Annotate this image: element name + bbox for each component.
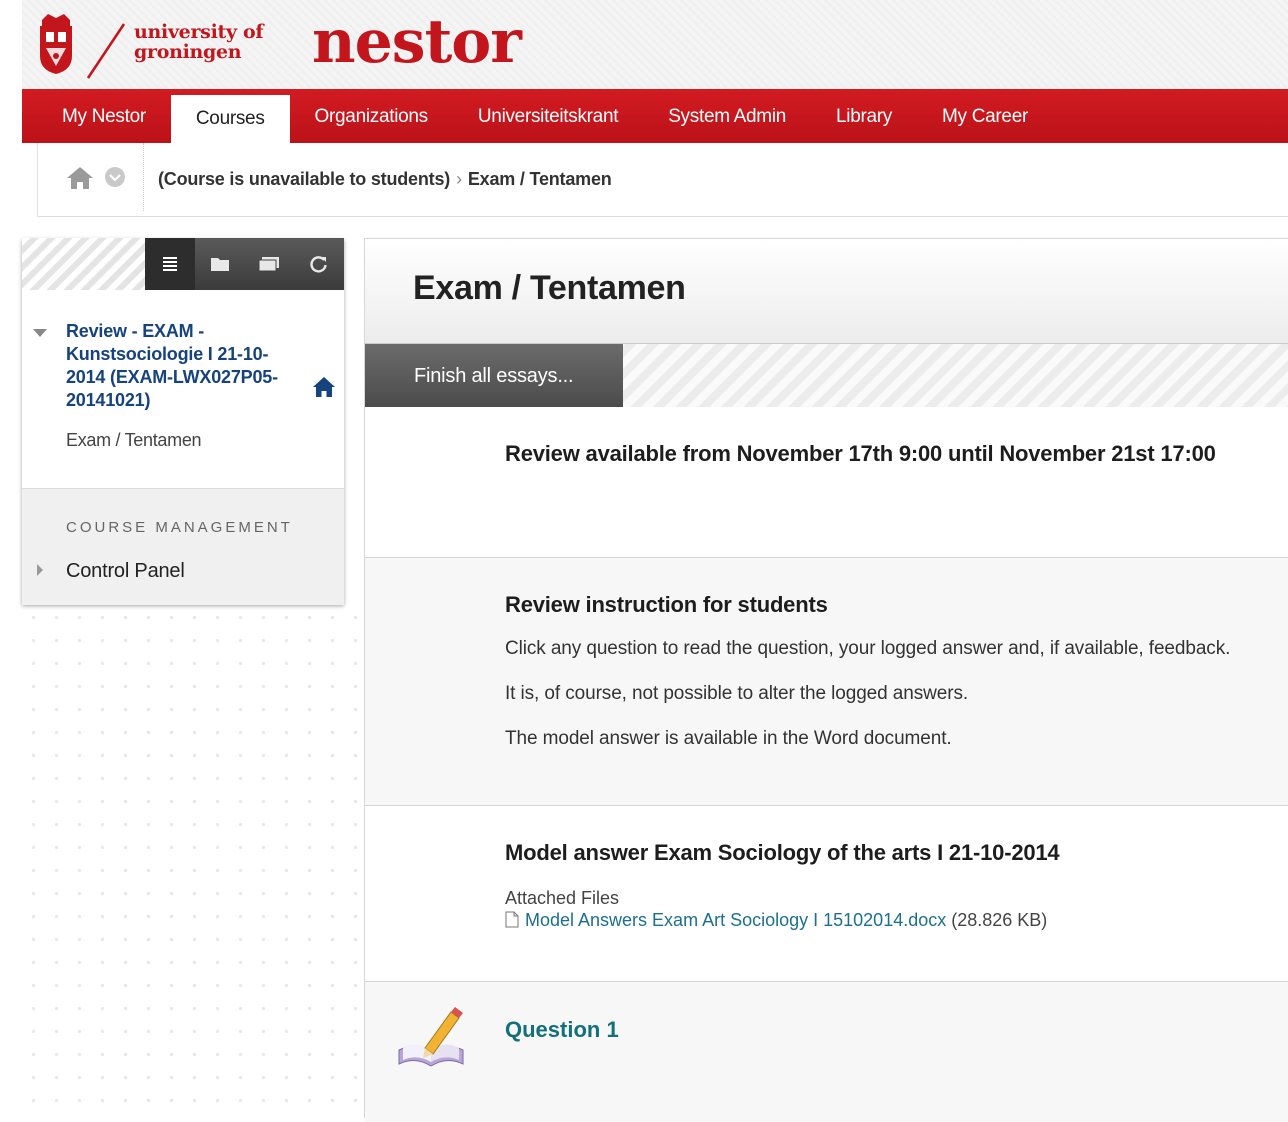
- folder-icon: [210, 258, 229, 271]
- course-management-heading: COURSE MANAGEMENT: [66, 519, 293, 536]
- breadcrumb-divider: [143, 143, 145, 211]
- availability-item: Review available from November 17th 9:00…: [365, 407, 1288, 557]
- action-bar: Finish all essays...: [365, 344, 1288, 408]
- breadcrumb-current: Exam / Tentamen: [467, 169, 612, 189]
- question-item: Question 1: [365, 981, 1288, 1122]
- attached-files-label: Attached Files: [505, 888, 620, 908]
- model-answer-heading: Model answer Exam Sociology of the arts …: [505, 840, 1060, 865]
- main-nav: My Nestor Courses Organizations Universi…: [22, 89, 1288, 143]
- chevron-down-circle-icon[interactable]: [104, 166, 126, 188]
- dotted-background: [22, 606, 366, 1117]
- window-view-button[interactable]: [245, 238, 295, 290]
- course-menu-toolbar: [22, 238, 344, 290]
- refresh-icon: [310, 256, 327, 273]
- instructions-item: Review instruction for students Click an…: [365, 557, 1288, 806]
- refresh-button[interactable]: [294, 238, 344, 290]
- tab-courses[interactable]: Courses: [170, 95, 290, 143]
- home-icon[interactable]: [66, 165, 94, 191]
- attached-file-row: Model Answers Exam Art Sociology I 15102…: [505, 910, 1047, 931]
- tab-my-career[interactable]: My Career: [917, 90, 1053, 143]
- breadcrumb-separator: ›: [456, 169, 462, 189]
- document-icon: [505, 911, 519, 928]
- brand-logo[interactable]: nestor: [312, 4, 522, 80]
- page-title-bar: Exam / Tentamen: [365, 239, 1288, 344]
- logo-divider: [86, 23, 126, 79]
- course-menu-tools: [145, 238, 344, 290]
- university-name: university of groningen: [134, 21, 264, 63]
- instruction-line: It is, of course, not possible to alter …: [505, 683, 969, 704]
- course-menu-section: Review - EXAM - Kunstsociologie I 21-10-…: [22, 290, 344, 458]
- instruction-line: Click any question to read the question,…: [505, 638, 1231, 659]
- course-management-section: COURSE MANAGEMENT Control Panel: [22, 488, 344, 605]
- model-answer-item: Model answer Exam Sociology of the arts …: [365, 805, 1288, 982]
- finish-all-essays-button[interactable]: Finish all essays...: [365, 344, 623, 408]
- university-crest-icon: [40, 14, 72, 74]
- list-view-button[interactable]: [145, 238, 195, 290]
- test-pencil-book-icon: [398, 1007, 464, 1067]
- sidebar-item-exam[interactable]: Exam / Tentamen: [66, 430, 304, 451]
- expand-triangle-icon[interactable]: [36, 563, 44, 577]
- availability-heading: Review available from November 17th 9:00…: [505, 441, 1216, 466]
- tab-library[interactable]: Library: [811, 90, 917, 143]
- site-header: university of groningen nestor: [22, 0, 1288, 89]
- breadcrumb: (Course is unavailable to students) › Exam…: [158, 169, 612, 190]
- tab-my-nestor[interactable]: My Nestor: [22, 90, 171, 143]
- instruction-line: The model answer is available in the Wor…: [505, 728, 952, 749]
- window-icon: [258, 257, 280, 272]
- question-1-link[interactable]: Question 1: [505, 1017, 619, 1043]
- tab-organizations[interactable]: Organizations: [290, 90, 453, 143]
- university-name-line2: groningen: [134, 41, 242, 63]
- course-home-icon[interactable]: [312, 376, 336, 398]
- university-name-line1: university of: [134, 21, 264, 43]
- tab-system-admin[interactable]: System Admin: [643, 90, 811, 143]
- content-area: Exam / Tentamen Finish all essays... Rev…: [364, 238, 1288, 1122]
- breadcrumb-course[interactable]: (Course is unavailable to students): [158, 169, 450, 189]
- tab-universiteitskrant[interactable]: Universiteitskrant: [453, 90, 643, 143]
- control-panel-link[interactable]: Control Panel: [66, 560, 185, 583]
- instructions-heading: Review instruction for students: [505, 592, 828, 617]
- breadcrumb-bar: (Course is unavailable to students) › Exam…: [37, 143, 1288, 217]
- course-title-link[interactable]: Review - EXAM - Kunstsociologie I 21-10-…: [66, 320, 304, 412]
- page-title: Exam / Tentamen: [413, 269, 686, 307]
- file-size: (28.826 KB): [951, 910, 1048, 930]
- attached-file-link[interactable]: Model Answers Exam Art Sociology I 15102…: [525, 910, 946, 930]
- folder-view-button[interactable]: [195, 238, 245, 290]
- course-menu: Review - EXAM - Kunstsociologie I 21-10-…: [22, 238, 344, 605]
- collapse-triangle-icon[interactable]: [32, 328, 48, 338]
- list-icon: [162, 257, 177, 271]
